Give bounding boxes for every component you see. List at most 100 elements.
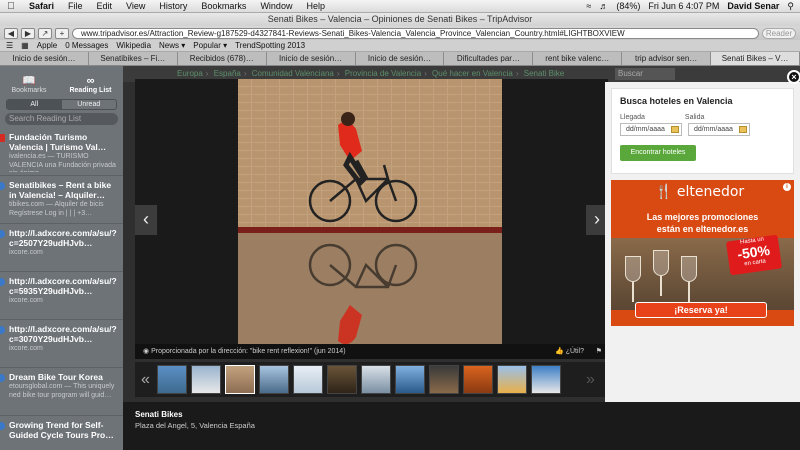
tab[interactable]: trip advisor sen…: [622, 52, 712, 65]
reading-list-search[interactable]: Search Reading List: [5, 113, 118, 125]
calendar-icon[interactable]: [671, 126, 679, 133]
apple-menu-icon[interactable]: : [0, 1, 22, 12]
menu-bookmarks[interactable]: Bookmarks: [194, 1, 253, 11]
reading-list-item-title: http://l.adxcore.com/a/su/?c=5935Y29udHJ…: [9, 276, 117, 296]
tab[interactable]: Inicio de sesión…: [355, 52, 445, 65]
tab[interactable]: Dificultades par…: [444, 52, 534, 65]
thumbnail[interactable]: [497, 365, 527, 394]
bookmark-wikipedia[interactable]: Wikipedia: [116, 41, 151, 50]
breadcrumb-item[interactable]: Senati Bike: [524, 69, 564, 78]
volume-icon[interactable]: ♬: [599, 1, 608, 11]
sidebar-toggle-icon[interactable]: ☰: [6, 41, 13, 50]
bookmark-messages[interactable]: 0 Messages: [65, 41, 108, 50]
close-lightbox-button[interactable]: ×: [787, 70, 800, 84]
breadcrumb-item[interactable]: Comunidad Valenciana: [252, 69, 334, 78]
thumbnail[interactable]: [259, 365, 289, 394]
thumbnail[interactable]: [293, 365, 323, 394]
tab[interactable]: Inicio de sesión…: [0, 52, 89, 65]
thumbnail[interactable]: [395, 365, 425, 394]
tab[interactable]: Senatibikes – Fi…: [88, 52, 178, 65]
thumbnail[interactable]: [429, 365, 459, 394]
back-icon[interactable]: ◀: [4, 27, 18, 39]
bookmark-apple[interactable]: Apple: [37, 41, 57, 50]
reading-list-item[interactable]: Growing Trend for Self-Guided Cycle Tour…: [0, 416, 123, 450]
menu-history[interactable]: History: [152, 1, 194, 11]
reading-list-item[interactable]: Fundación Turismo Valencia | Turismo Val…: [0, 128, 123, 176]
helpful-button[interactable]: 👍 ¿Útil?: [555, 344, 584, 359]
breadcrumb-item[interactable]: Provincia de Valencia: [345, 69, 421, 78]
thumbnail[interactable]: [361, 365, 391, 394]
flag-icon[interactable]: ⚑: [596, 344, 602, 359]
forward-icon[interactable]: ▶: [21, 27, 35, 39]
bookmark-news[interactable]: News ▾: [159, 41, 185, 50]
menu-edit[interactable]: Edit: [90, 1, 120, 11]
sidebar-tab-bookmarks-label: Bookmarks: [11, 87, 47, 94]
breadcrumb-item[interactable]: Qué hacer en Valencia: [432, 69, 513, 78]
breadcrumb-item[interactable]: España: [214, 69, 241, 78]
clock[interactable]: Fri Jun 6 4:07 PM: [648, 1, 719, 11]
find-hotels-button[interactable]: Encontrar hoteles: [620, 145, 696, 161]
thumbs-prev-icon[interactable]: «: [141, 371, 153, 389]
thumbnail[interactable]: [327, 365, 357, 394]
add-icon[interactable]: +: [55, 27, 69, 39]
breadcrumb-item[interactable]: Europa: [177, 69, 203, 78]
tab[interactable]: Inicio de sesión…: [266, 52, 356, 65]
tab-active[interactable]: Senati Bikes – V…: [711, 52, 800, 65]
reading-list-item[interactable]: http://l.adxcore.com/a/su/?c=2507Y29udHJ…: [0, 224, 123, 272]
discount-badge: Hasta un -50% en carta: [725, 234, 783, 276]
thumbnail[interactable]: [531, 365, 561, 394]
menu-file[interactable]: File: [61, 1, 90, 11]
tab[interactable]: Recibidos (678)…: [177, 52, 267, 65]
reading-list-item[interactable]: http://l.adxcore.com/a/su/?c=5935Y29udHJ…: [0, 272, 123, 320]
hotel-search-widget: Busca hoteles en Valencia Llegada Salida…: [611, 88, 794, 174]
filter-unread[interactable]: Unread: [62, 100, 117, 109]
favicon-icon: [0, 182, 5, 190]
reading-list-item[interactable]: http://l.adxcore.com/a/su/?c=3070Y29udHJ…: [0, 320, 123, 368]
reserve-button[interactable]: ¡Reserva ya!: [635, 302, 767, 318]
thumbnail[interactable]: [157, 365, 187, 394]
ad-line-2: están en eltenedor.es: [656, 224, 749, 234]
thumbnail[interactable]: [191, 365, 221, 394]
user-name[interactable]: David Senar: [727, 1, 779, 11]
sidebar-tab-bookmarks[interactable]: 📖 Bookmarks: [11, 76, 47, 95]
checkout-field[interactable]: dd/mm/aaaa: [688, 123, 750, 136]
page-search-input[interactable]: Buscar: [615, 68, 675, 80]
bookmark-trendspotting[interactable]: TrendSpotting 2013: [235, 41, 305, 50]
menu-view[interactable]: View: [119, 1, 152, 11]
battery-status[interactable]: (84%): [616, 1, 640, 11]
sidebar-tab-reading-list[interactable]: ∞ Reading List: [69, 76, 111, 95]
tab[interactable]: rent bike valenc…: [533, 52, 623, 65]
thumbnail-strip: « »: [135, 362, 608, 397]
wifi-icon[interactable]: ≈: [586, 1, 591, 11]
photo-caption: Proporcionada por la dirección: "bike re…: [151, 348, 346, 355]
address-bar[interactable]: www.tripadvisor.es/Attraction_Review-g18…: [72, 27, 759, 39]
checkout-label: Salida: [684, 114, 705, 121]
thumbnail[interactable]: [225, 365, 255, 394]
business-info: Senati Bikes Plaza del Angel, 5, Valenci…: [123, 402, 800, 450]
eltenedor-ad[interactable]: 🍴 eltenedor i Las mejores promociones es…: [611, 180, 794, 326]
reading-list-item[interactable]: Dream Bike Tour Korea etoursglobal.com — …: [0, 368, 123, 416]
favicon-icon: [0, 422, 5, 430]
spotlight-icon[interactable]: ⚲: [787, 1, 794, 12]
menu-help[interactable]: Help: [299, 1, 332, 11]
thumbnail[interactable]: [463, 365, 493, 394]
share-icon[interactable]: ↗: [38, 27, 52, 39]
reading-list-item[interactable]: Senatibikes – Rent a bike in Valencia! –…: [0, 176, 123, 224]
hotel-search-title: Busca hoteles en Valencia: [620, 96, 733, 106]
prev-photo-button[interactable]: ‹: [135, 205, 157, 235]
ad-info-icon[interactable]: i: [783, 183, 791, 191]
cyclist-reflection-image: [238, 79, 502, 344]
checkin-field[interactable]: dd/mm/aaaa: [620, 123, 682, 136]
business-name[interactable]: Senati Bikes: [135, 410, 788, 419]
reader-button[interactable]: Reader: [762, 27, 796, 39]
reading-list-item-desc: ixcore.com: [9, 249, 43, 256]
thumbs-next-icon[interactable]: »: [586, 371, 598, 389]
top-sites-icon[interactable]: ▦: [21, 41, 29, 50]
reading-list-item-title: Senatibikes – Rent a bike in Valencia! –…: [9, 180, 112, 200]
menu-app[interactable]: Safari: [22, 1, 61, 11]
reading-list-item-desc: etoursglobal.com — This uniquely ned bik…: [9, 383, 115, 399]
bookmark-popular[interactable]: Popular ▾: [193, 41, 227, 50]
filter-all[interactable]: All: [7, 100, 62, 109]
menu-window[interactable]: Window: [253, 1, 299, 11]
calendar-icon[interactable]: [739, 126, 747, 133]
